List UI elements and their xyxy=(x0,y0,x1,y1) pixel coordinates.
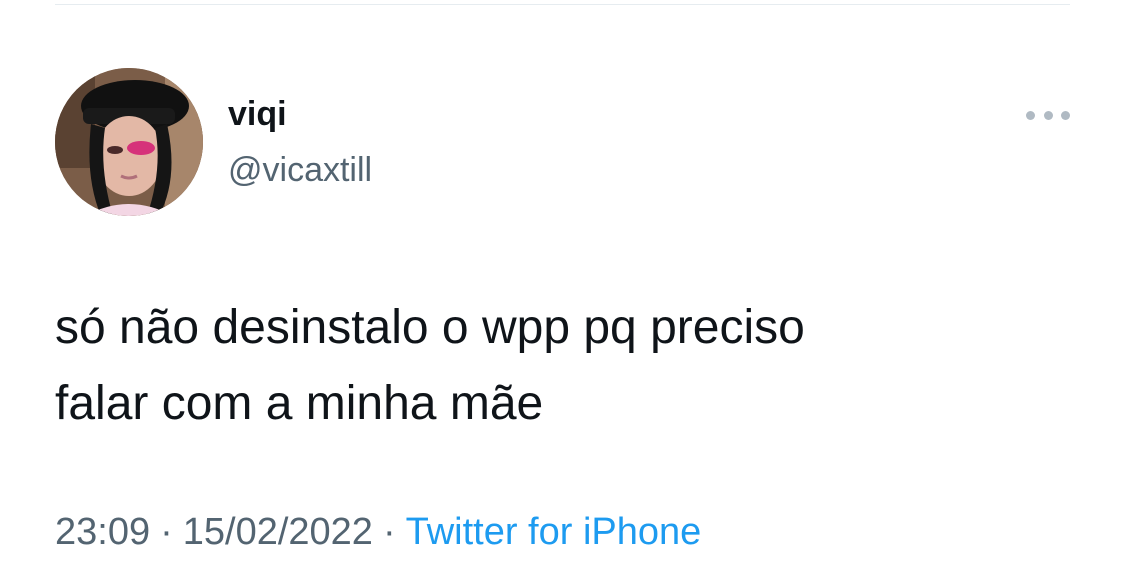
user-handle[interactable]: @vicaxtill xyxy=(228,150,372,190)
display-name[interactable]: viqi xyxy=(228,94,287,134)
more-dot xyxy=(1043,110,1053,120)
tweet-source-link[interactable]: Twitter for iPhone xyxy=(406,511,702,553)
tweet-time[interactable]: 23:09 xyxy=(55,511,150,553)
more-options-button[interactable] xyxy=(1026,104,1070,126)
meta-separator: · xyxy=(160,511,173,553)
tweet-text: só não desinstalo o wpp pq preciso falar… xyxy=(55,290,1085,442)
avatar[interactable] xyxy=(55,68,203,216)
avatar-image xyxy=(55,68,203,216)
tweet-text-line: falar com a minha mãe xyxy=(55,377,544,430)
tweet-date[interactable]: 15/02/2022 xyxy=(183,511,373,553)
tweet-meta: 23:09 · 15/02/2022 · Twitter for iPhone xyxy=(55,508,701,556)
tweet-text-line: só não desinstalo o wpp pq preciso xyxy=(55,301,805,354)
more-horizontal-icon xyxy=(1026,110,1035,120)
meta-separator: · xyxy=(382,511,396,553)
more-dot xyxy=(1061,110,1070,120)
tweet-card: viqi @vicaxtill só não desinstalo o wpp … xyxy=(0,0,1125,562)
